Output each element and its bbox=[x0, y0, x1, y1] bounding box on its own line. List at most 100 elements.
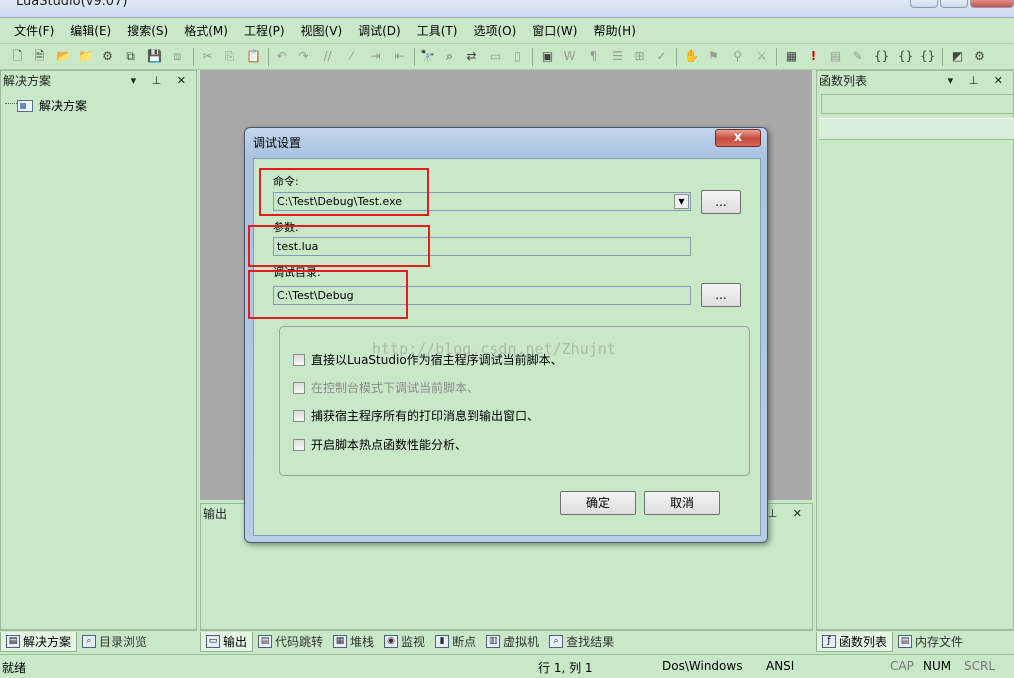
cancel-button[interactable]: 取消 bbox=[644, 491, 720, 515]
hand-icon[interactable]: ✋ bbox=[684, 49, 699, 64]
uncomment-icon[interactable]: ⁄ bbox=[344, 49, 359, 64]
toolbar-separator bbox=[676, 48, 677, 66]
tab-stack[interactable]: ▦ 堆栈 bbox=[328, 632, 379, 652]
calc-icon[interactable]: ▦ bbox=[784, 49, 799, 64]
window-icon[interactable]: ◩ bbox=[950, 49, 965, 64]
tab-code-jump[interactable]: ▤ 代码跳转 bbox=[253, 632, 328, 652]
debug-settings-icon[interactable]: ⚙ bbox=[972, 49, 987, 64]
dialog-close-button[interactable]: x bbox=[715, 129, 761, 147]
bottom-tabs: ▭ 输出 ▤ 代码跳转 ▦ 堆栈 ◉ 监视 ▮ 断点 ▥ 虚拟机 ⌕ 查找结果 bbox=[200, 630, 813, 652]
menu-help[interactable]: 帮助(H) bbox=[593, 22, 635, 39]
tab-function-list[interactable]: ƒ 函数列表 bbox=[816, 631, 894, 652]
breakpoint-icon[interactable]: ⚑ bbox=[706, 49, 721, 64]
bookmark-icon[interactable]: ▭ bbox=[488, 49, 503, 64]
tab-solution-label: 解决方案 bbox=[23, 634, 72, 649]
dropdown-arrow-icon[interactable]: ▼ bbox=[674, 194, 689, 209]
undo-icon[interactable]: ↶ bbox=[274, 49, 289, 64]
word-wrap-icon[interactable]: W bbox=[562, 49, 577, 64]
menu-options[interactable]: 选项(O) bbox=[473, 22, 516, 39]
minimize-button[interactable] bbox=[910, 0, 938, 8]
function-filter-input[interactable] bbox=[821, 94, 1014, 114]
alert-icon[interactable]: ! bbox=[806, 49, 821, 64]
tab-output[interactable]: ▭ 输出 bbox=[200, 631, 254, 652]
comment-icon[interactable]: // bbox=[320, 49, 335, 64]
tree-node-solution[interactable]: 解决方案 bbox=[5, 97, 87, 114]
save-all-icon[interactable]: ⧈ bbox=[170, 49, 185, 64]
toolbar-separator bbox=[776, 48, 777, 66]
close-window-button[interactable] bbox=[970, 0, 1014, 8]
checkbox[interactable] bbox=[293, 438, 305, 451]
paragraph-icon[interactable]: ¶ bbox=[586, 49, 601, 64]
paste-icon[interactable]: 📋 bbox=[246, 49, 261, 64]
option-label: 捕获宿主程序所有的打印消息到输出窗口、 bbox=[311, 409, 540, 423]
save-icon[interactable]: 💾 bbox=[147, 49, 162, 64]
output-icon: ▭ bbox=[206, 634, 220, 648]
tab-watch[interactable]: ◉ 监视 bbox=[379, 632, 430, 652]
stack-icon: ▦ bbox=[333, 635, 348, 648]
menu-window[interactable]: 窗口(W) bbox=[532, 22, 577, 39]
status-position: 行 1, 列 1 bbox=[538, 661, 593, 675]
menu-search[interactable]: 搜索(S) bbox=[127, 22, 168, 39]
tab-directory[interactable]: ⌕ 目录浏览 bbox=[77, 632, 152, 652]
function-list-controls[interactable]: ▾ ⊥ ✕ bbox=[948, 71, 1009, 91]
replace-icon[interactable]: ⇄ bbox=[464, 49, 479, 64]
outline-icon[interactable]: ⊞ bbox=[632, 49, 647, 64]
cut-icon[interactable]: ✂ bbox=[200, 49, 215, 64]
stop-icon[interactable]: ⚔ bbox=[754, 49, 769, 64]
tab-find-results[interactable]: ⌕ 查找结果 bbox=[544, 632, 619, 652]
step-icon[interactable]: ⚲ bbox=[730, 49, 745, 64]
option-capture-print[interactable]: 捕获宿主程序所有的打印消息到输出窗口、 bbox=[293, 407, 539, 424]
new-file-icon[interactable]: 🗋 bbox=[10, 49, 25, 64]
toolbar-separator bbox=[414, 48, 415, 66]
view-icon[interactable]: ▣ bbox=[540, 49, 555, 64]
checkbox[interactable] bbox=[293, 353, 305, 366]
bookmark-next-icon[interactable]: ▯ bbox=[510, 49, 525, 64]
right-tabs: ƒ 函数列表 ▤ 内存文件 bbox=[816, 630, 1014, 652]
annotation-box-dir bbox=[248, 270, 408, 319]
output-panel-title: 输出 bbox=[203, 507, 228, 521]
status-line-ending: Dos\Windows bbox=[662, 659, 743, 673]
watermark: http://blog.csdn.net/Zhujnt bbox=[372, 340, 616, 358]
menu-debug[interactable]: 调试(D) bbox=[358, 22, 401, 39]
tab-find-results-label: 查找结果 bbox=[566, 635, 615, 649]
solution-panel-controls[interactable]: ▾ ⊥ ✕ bbox=[131, 71, 192, 91]
check-icon[interactable]: ✓ bbox=[654, 49, 669, 64]
tree-connector bbox=[5, 103, 17, 104]
open-project-icon[interactable]: 📁 bbox=[78, 49, 93, 64]
checkbox[interactable] bbox=[293, 409, 305, 422]
tab-memory-files[interactable]: ▤ 内存文件 bbox=[893, 632, 968, 652]
option-profiling[interactable]: 开启脚本热点函数性能分析、 bbox=[293, 436, 467, 453]
tab-vm[interactable]: ▥ 虚拟机 bbox=[481, 632, 544, 652]
function-list-header: 函数列表 ▾ ⊥ ✕ bbox=[817, 71, 1013, 91]
dir-browse-button[interactable]: ... bbox=[701, 283, 741, 307]
menu-format[interactable]: 格式(M) bbox=[184, 22, 228, 39]
doc-edit-icon[interactable]: ✎ bbox=[850, 49, 865, 64]
step-out-icon[interactable]: {} bbox=[920, 49, 935, 64]
annotation-box-command bbox=[259, 168, 429, 216]
indent-icon[interactable]: ⇥ bbox=[368, 49, 383, 64]
format-icon[interactable]: ☰ bbox=[610, 49, 625, 64]
menu-file[interactable]: 文件(F) bbox=[14, 22, 54, 39]
copy-icon[interactable]: ⎘ bbox=[222, 49, 237, 64]
step-into-icon[interactable]: {} bbox=[874, 49, 889, 64]
menu-view[interactable]: 视图(V) bbox=[301, 22, 343, 39]
doc-icon[interactable]: ▤ bbox=[828, 49, 843, 64]
ok-button[interactable]: 确定 bbox=[560, 491, 636, 515]
menu-project[interactable]: 工程(P) bbox=[244, 22, 285, 39]
maximize-button[interactable] bbox=[940, 0, 968, 8]
redo-icon[interactable]: ↷ bbox=[296, 49, 311, 64]
step-over-icon[interactable]: {} bbox=[898, 49, 913, 64]
new-project-icon[interactable]: 🗎 bbox=[32, 49, 47, 64]
command-browse-button[interactable]: ... bbox=[701, 190, 741, 214]
find-icon[interactable]: 🔭 bbox=[420, 49, 435, 64]
find-next-icon[interactable]: ⌕ bbox=[442, 49, 457, 64]
build-icon[interactable]: ⧉ bbox=[123, 49, 138, 64]
open-file-icon[interactable]: 📂 bbox=[56, 49, 71, 64]
tab-solution[interactable]: ▤ 解决方案 bbox=[0, 631, 78, 652]
tab-breakpoints[interactable]: ▮ 断点 bbox=[430, 632, 481, 652]
menu-tools[interactable]: 工具(T) bbox=[417, 22, 458, 39]
project-settings-icon[interactable]: ⚙ bbox=[100, 49, 115, 64]
menu-edit[interactable]: 编辑(E) bbox=[70, 22, 111, 39]
status-bar: 就绪 行 1, 列 1 Dos\Windows ANSI CAP NUM SCR… bbox=[0, 654, 1014, 678]
outdent-icon[interactable]: ⇤ bbox=[392, 49, 407, 64]
